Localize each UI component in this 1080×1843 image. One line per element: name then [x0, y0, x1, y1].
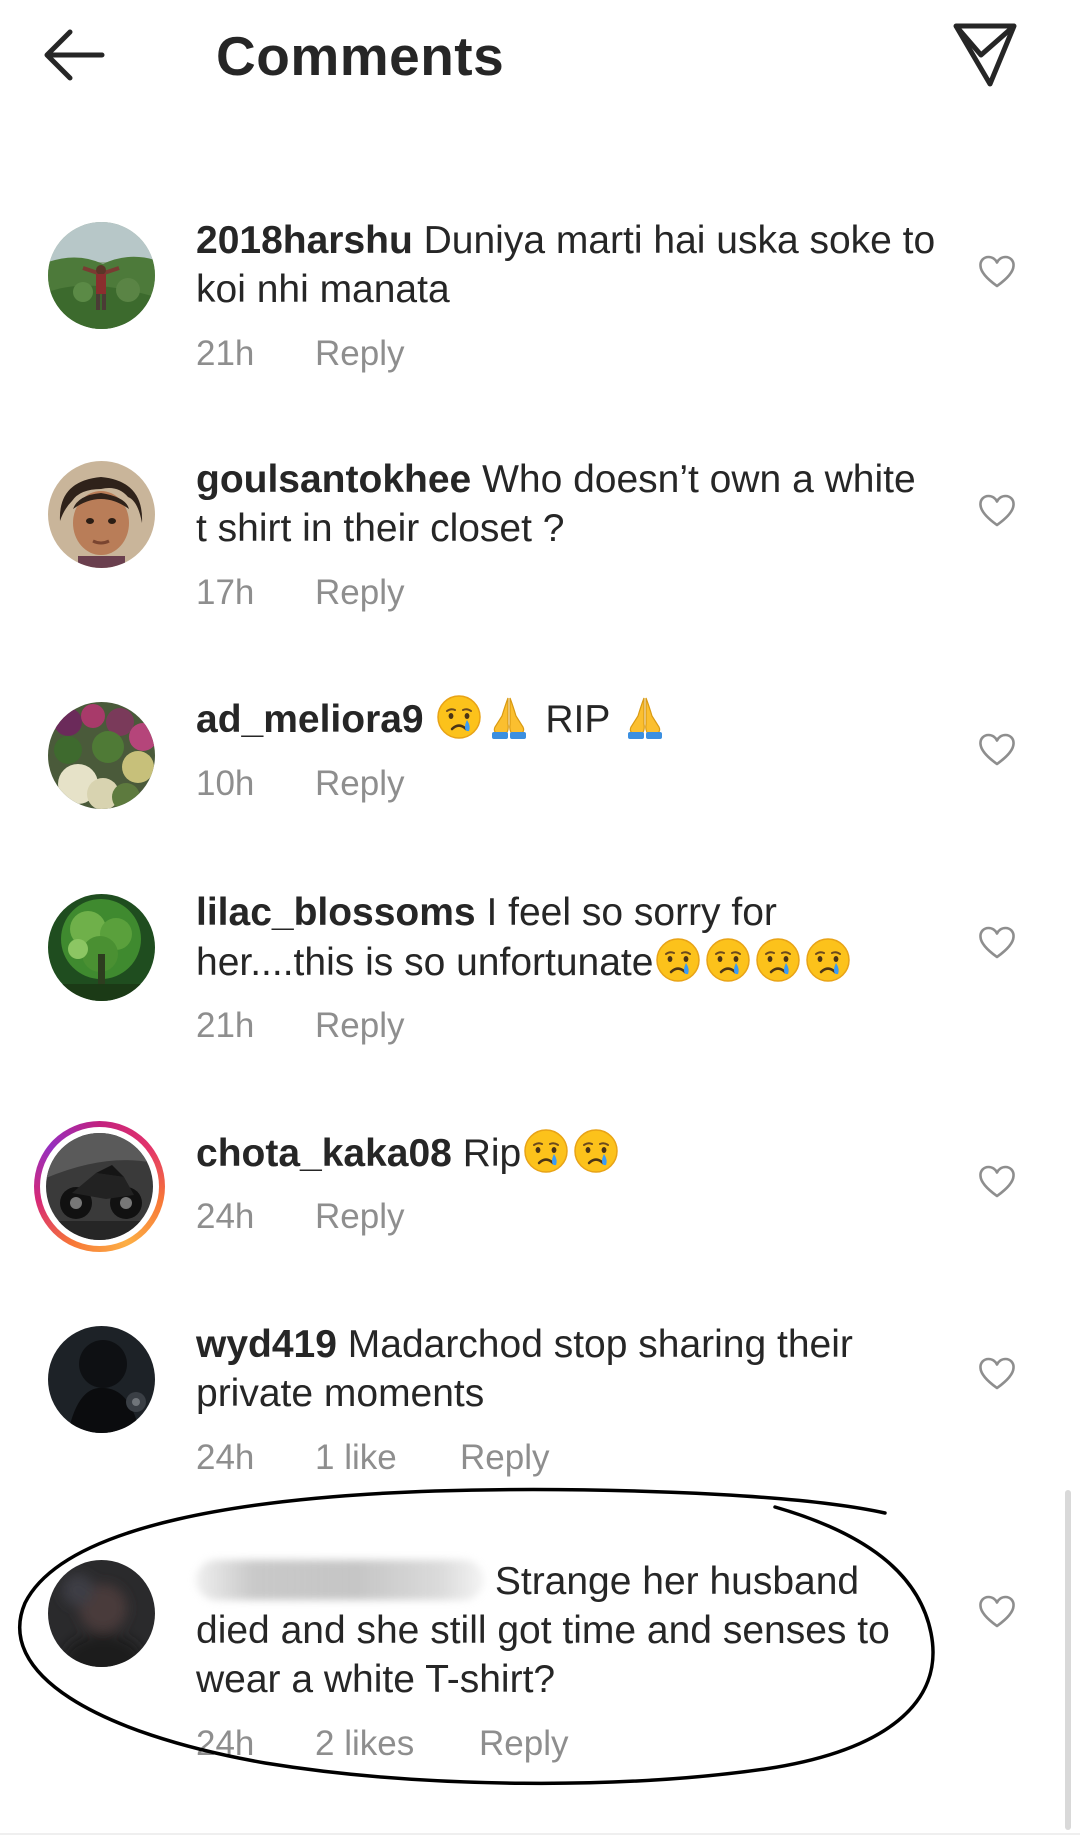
avatar: [46, 1133, 153, 1240]
share-button[interactable]: [950, 18, 1020, 90]
crying-face-emoji: [755, 937, 801, 983]
comment-text: goulsantokhee Who doesn’t own a white t …: [196, 455, 936, 553]
comment-text: chota_kaka08 Rip: [196, 1128, 936, 1178]
story-ring-avatar[interactable]: [34, 1121, 165, 1252]
comment-time: 21h: [196, 1006, 255, 1045]
likes-count[interactable]: 1 like: [315, 1438, 397, 1478]
crying-face-emoji: [805, 937, 851, 983]
comment-text: 2018harshu Duniya marti hai uska soke to…: [196, 216, 936, 314]
heart-outline-icon[interactable]: [978, 1595, 1016, 1629]
crying-face-emoji: [523, 1128, 569, 1174]
comment-username[interactable]: goulsantokhee: [196, 458, 471, 501]
avatar[interactable]: [48, 461, 155, 568]
comment-text: ad_meliora9 RIP: [196, 694, 936, 744]
comment-text: wyd419 Madarchod stop sharing their priv…: [196, 1320, 936, 1418]
reply-button[interactable]: Reply: [315, 334, 404, 374]
comment-time: 24h: [196, 1197, 255, 1236]
comment-time: 24h: [196, 1438, 255, 1477]
scrollbar[interactable]: [1065, 1490, 1071, 1830]
avatar[interactable]: [48, 702, 155, 809]
heart-outline-icon[interactable]: [978, 255, 1016, 289]
comment-time: 17h: [196, 573, 255, 612]
header: Comments: [0, 0, 1080, 120]
avatar[interactable]: [48, 894, 155, 1001]
back-button[interactable]: [40, 22, 126, 92]
avatar[interactable]: [48, 222, 155, 329]
comment-username[interactable]: ad_meliora9: [196, 698, 424, 741]
crying-face-emoji: [655, 937, 701, 983]
heart-outline-icon[interactable]: [978, 1357, 1016, 1391]
comment-time: 10h: [196, 764, 255, 803]
comment-username[interactable]: wyd419: [196, 1323, 337, 1366]
crying-face-emoji: [573, 1128, 619, 1174]
heart-outline-icon[interactable]: [978, 1165, 1016, 1199]
comment-time: 21h: [196, 334, 255, 373]
page-title: Comments: [216, 25, 505, 87]
heart-outline-icon[interactable]: [978, 733, 1016, 767]
reply-button[interactable]: Reply: [315, 573, 404, 613]
comment-body: RIP: [545, 698, 610, 741]
paper-plane-icon: [953, 23, 1017, 87]
crying-face-emoji: [436, 694, 482, 740]
reply-button[interactable]: Reply: [315, 764, 404, 804]
avatar[interactable]: [48, 1326, 155, 1433]
reply-button[interactable]: Reply: [315, 1197, 404, 1237]
folded-hands-emoji: [486, 694, 532, 740]
divider: [0, 1833, 1080, 1835]
comment-body: Rip: [462, 1132, 522, 1175]
comment-text: lilac_blossoms I feel so sorry for her..…: [196, 888, 936, 987]
arrow-left-icon: [44, 29, 105, 81]
comment-username[interactable]: lilac_blossoms: [196, 891, 476, 934]
highlight-ellipse: [18, 1487, 935, 1786]
reply-button[interactable]: Reply: [460, 1438, 549, 1478]
crying-face-emoji: [705, 937, 751, 983]
folded-hands-emoji: [622, 694, 668, 740]
heart-outline-icon[interactable]: [978, 926, 1016, 960]
reply-button[interactable]: Reply: [315, 1006, 404, 1046]
comment-username[interactable]: 2018harshu: [196, 219, 413, 262]
heart-outline-icon[interactable]: [978, 494, 1016, 528]
comment-username[interactable]: chota_kaka08: [196, 1132, 452, 1175]
